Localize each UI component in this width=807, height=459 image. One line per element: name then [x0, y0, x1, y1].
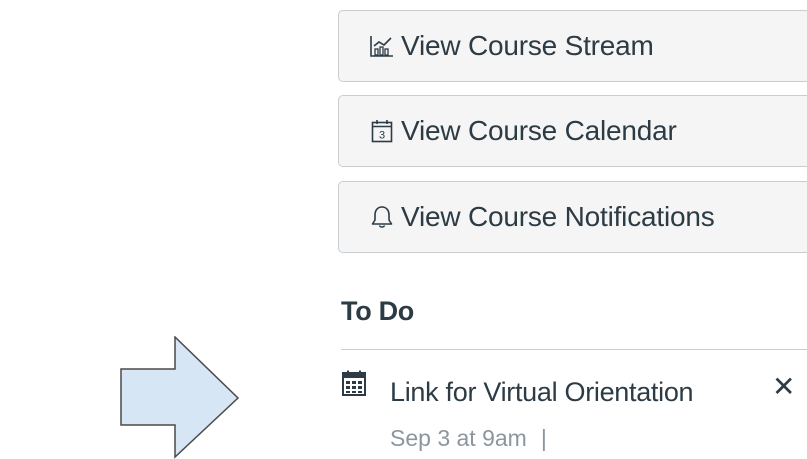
view-course-calendar-label: View Course Calendar [401, 115, 677, 146]
bell-icon [369, 204, 395, 230]
todo-item-meta: Sep 3 at 9am | [390, 425, 547, 452]
view-course-calendar-button[interactable]: 3 View Course Calendar [338, 95, 807, 167]
todo-divider [341, 349, 807, 350]
todo-item-link[interactable]: Link for Virtual Orientation [390, 377, 694, 408]
view-course-notifications-button[interactable]: View Course Notifications [338, 181, 807, 253]
view-course-stream-button[interactable]: View Course Stream [338, 10, 807, 82]
view-course-notifications-label: View Course Notifications [401, 201, 715, 232]
calendar-grid-icon [342, 370, 366, 396]
close-icon[interactable]: ✕ [772, 373, 795, 401]
calendar-icon-digit: 3 [379, 130, 385, 142]
todo-item-separator: | [540, 425, 547, 451]
todo-item-date: Sep 3 at 9am [390, 425, 527, 451]
course-sidebar: View Course Stream 3 View Course Calenda… [0, 0, 807, 459]
pointer-arrow-icon [120, 336, 240, 459]
calendar-icon: 3 [369, 118, 395, 144]
todo-heading: To Do [341, 296, 414, 326]
stream-chart-icon [369, 33, 395, 59]
view-course-stream-label: View Course Stream [401, 30, 654, 61]
